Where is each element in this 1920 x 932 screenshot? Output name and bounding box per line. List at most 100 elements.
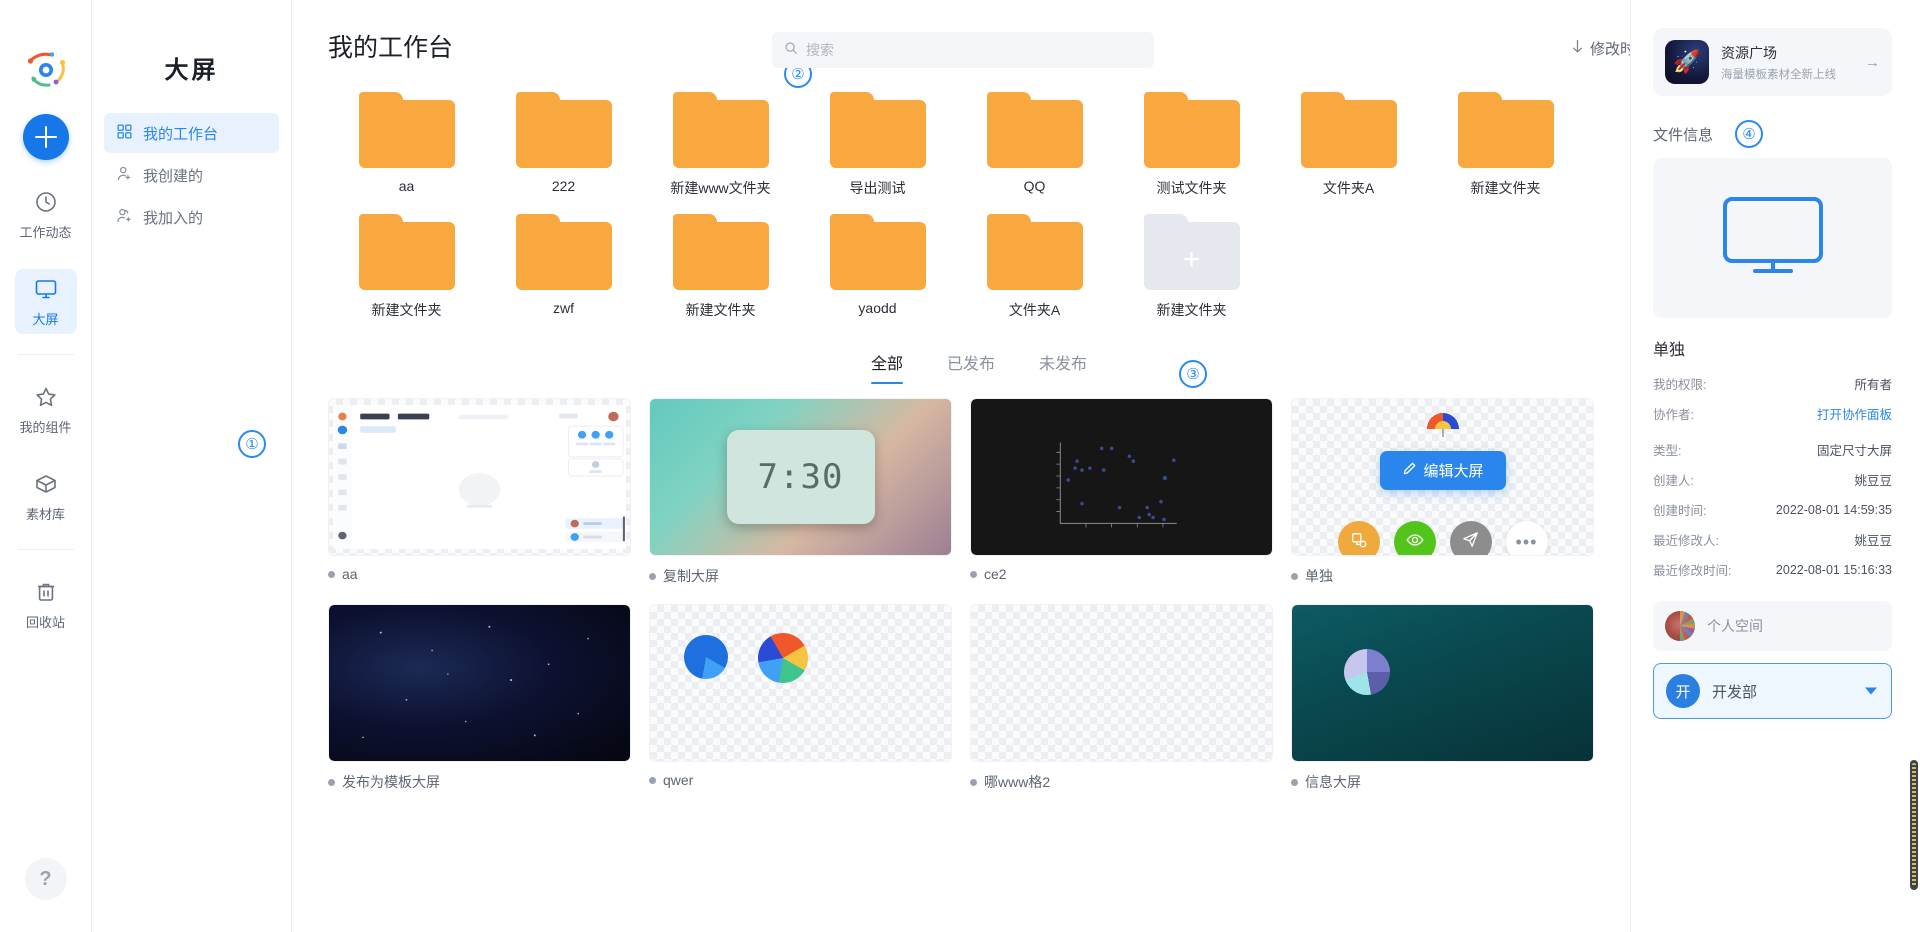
sidebar-item-workdynamics[interactable]: 工作动态 xyxy=(15,182,77,247)
send-icon xyxy=(1461,530,1480,554)
folder-item[interactable]: 新建文件夹 xyxy=(642,214,799,320)
card-title: 单独 xyxy=(1305,568,1333,584)
folder-item[interactable]: 测试文件夹 xyxy=(1113,92,1270,198)
sidebar-item-assetlibrary[interactable]: 素材库 xyxy=(15,464,77,529)
arrow-right-icon[interactable]: → xyxy=(1865,54,1880,71)
folder-icon xyxy=(829,214,926,290)
card-thumbnail[interactable]: 7:30 xyxy=(649,398,952,556)
help-label: ? xyxy=(39,867,52,890)
info-key: 我的权限: xyxy=(1653,378,1707,392)
screen-card[interactable]: qwer xyxy=(649,604,952,792)
annotation-marker-4: ④ xyxy=(1735,120,1764,148)
card-thumbnail[interactable] xyxy=(1291,604,1594,762)
pencil-icon xyxy=(1401,461,1416,480)
personal-space-label: 个人空间 xyxy=(1707,618,1763,634)
preview-action[interactable] xyxy=(1393,521,1436,555)
department-badge: 开 xyxy=(1666,674,1700,708)
subnav-list: 我的工作台 我创建的 我加入的 xyxy=(92,113,291,237)
more-action[interactable]: ••• xyxy=(1505,521,1548,555)
scrollbar[interactable] xyxy=(1910,760,1918,890)
folder-item[interactable]: 新建文件夹 xyxy=(1427,92,1584,198)
dark-scatter-thumb xyxy=(971,399,1272,555)
card-thumbnail[interactable] xyxy=(328,398,631,556)
department-selector[interactable]: 开 开发部 xyxy=(1653,663,1892,719)
personal-space-row[interactable]: 个人空间 xyxy=(1653,601,1892,651)
card-thumbnail[interactable] xyxy=(970,604,1273,762)
card-thumbnail[interactable]: 编辑大屏 ••• xyxy=(1291,398,1594,556)
folder-name: 导出测试 xyxy=(849,180,906,196)
screen-card[interactable]: 7:30 复制大屏 xyxy=(649,398,952,586)
trash-icon xyxy=(34,580,58,607)
pie-chart-multicolor xyxy=(758,633,808,683)
edit-screen-button[interactable]: 编辑大屏 xyxy=(1379,451,1506,490)
info-key: 最近修改人: xyxy=(1653,534,1719,548)
brand-logo[interactable] xyxy=(22,46,70,94)
info-value: 固定尺寸大屏 xyxy=(1816,444,1892,458)
info-row: 创建时间: 2022-08-01 14:59:35 xyxy=(1653,500,1892,519)
search-box[interactable] xyxy=(772,32,1154,68)
sidebar-item-myworkbench[interactable]: 我的工作台 xyxy=(104,113,279,153)
screen-card[interactable]: ce2 xyxy=(970,398,1273,586)
card-thumbnail[interactable] xyxy=(649,604,952,762)
new-folder-button[interactable]: + 新建文件夹 xyxy=(1113,214,1270,320)
info-row: 我的权限: 所有者 xyxy=(1653,374,1892,393)
rocket-icon: 🚀 xyxy=(1665,40,1709,84)
chevron-down-icon[interactable] xyxy=(1865,687,1877,695)
info-row: 最近修改人: 姚豆豆 xyxy=(1653,530,1892,549)
screen-card[interactable]: 信息大屏 xyxy=(1291,604,1594,792)
sidebar-item-bigscreen[interactable]: 大屏 xyxy=(14,269,77,334)
arrow-down-icon xyxy=(1571,39,1584,58)
folder-name: zwf xyxy=(553,300,574,316)
main-area: 我的工作台 ② 修改时间 xyxy=(292,0,1920,932)
share-action[interactable] xyxy=(1449,521,1492,555)
tabs: 全部 已发布 未发布 xyxy=(870,350,1087,384)
grid-icon xyxy=(116,123,133,144)
sidebar-item-joinedbyme[interactable]: 我加入的 xyxy=(104,197,279,237)
open-collab-panel-link[interactable]: 打开协作面板 xyxy=(1817,404,1892,423)
info-row: 最近修改时间: 2022-08-01 15:16:33 xyxy=(1653,560,1892,579)
card-label: aa xyxy=(328,566,631,582)
info-row: 协作者: 打开协作面板 xyxy=(1653,404,1892,423)
user-plus-icon xyxy=(116,165,133,186)
rail-divider xyxy=(17,549,74,550)
info-key: 协作者: xyxy=(1653,408,1694,422)
screen-card-selected[interactable]: 编辑大屏 ••• 单独 xyxy=(1291,398,1594,586)
rail-label: 素材库 xyxy=(25,507,65,522)
tab-all[interactable]: 全部 xyxy=(870,350,903,384)
resource-plaza-banner[interactable]: 🚀 资源广场 海量模板素材全新上线 → xyxy=(1653,28,1892,96)
screen-card-grid: aa 7:30 复制大屏 ce2 编辑大屏 ••• 单独 发布为模板大屏 qwe… xyxy=(328,398,1630,792)
card-thumbnail[interactable] xyxy=(970,398,1273,556)
screen-card[interactable]: 哪www格2 xyxy=(970,604,1273,792)
sidebar-item-mycomponents[interactable]: 我的组件 xyxy=(15,377,77,442)
info-value: 所有者 xyxy=(1854,378,1892,392)
folder-item[interactable]: zwf xyxy=(485,214,642,320)
folder-item[interactable]: QQ xyxy=(956,92,1113,198)
star-icon xyxy=(34,385,58,412)
copy-action[interactable] xyxy=(1337,521,1380,555)
edit-screen-label: 编辑大屏 xyxy=(1423,463,1484,480)
folder-item[interactable]: 文件夹A xyxy=(956,214,1113,320)
card-thumbnail[interactable] xyxy=(328,604,631,762)
status-dot xyxy=(649,572,656,580)
folder-item[interactable]: 新建www文件夹 xyxy=(642,92,799,198)
rail-label: 大屏 xyxy=(32,312,59,327)
create-button[interactable] xyxy=(22,114,69,160)
folder-name: yaodd xyxy=(858,300,897,316)
folder-name: 测试文件夹 xyxy=(1156,180,1227,196)
folder-item[interactable]: 222 xyxy=(485,92,642,198)
folder-item[interactable]: 导出测试 xyxy=(799,92,956,198)
right-info-panel: 🚀 资源广场 海量模板素材全新上线 → 文件信息 ④ 单独 我的权限: 所有者 … xyxy=(1630,0,1920,932)
sidebar-item-recyclebin[interactable]: 回收站 xyxy=(15,572,77,637)
folder-item[interactable]: 新建文件夹 xyxy=(328,214,485,320)
help-button[interactable]: ? xyxy=(24,858,67,900)
screen-card[interactable]: 发布为模板大屏 xyxy=(328,604,631,792)
tab-unpublished[interactable]: 未发布 xyxy=(1039,350,1087,384)
folder-item[interactable]: yaodd xyxy=(799,214,956,320)
tab-published[interactable]: 已发布 xyxy=(947,350,995,384)
subnav-label: 我的工作台 xyxy=(143,125,219,143)
screen-card[interactable]: aa xyxy=(328,398,631,586)
search-input[interactable] xyxy=(806,42,1142,58)
folder-item[interactable]: aa xyxy=(328,92,485,198)
sidebar-item-createdbyme[interactable]: 我创建的 xyxy=(104,155,279,195)
folder-item[interactable]: 文件夹A xyxy=(1270,92,1427,198)
